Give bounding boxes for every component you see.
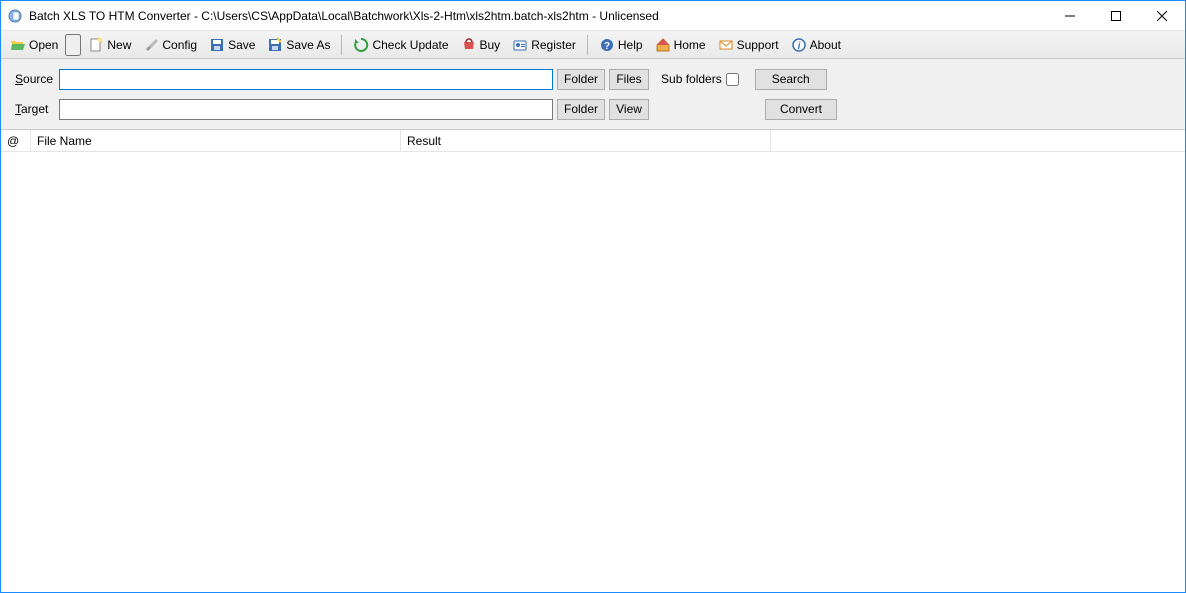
svg-text:i: i bbox=[797, 41, 800, 52]
save-icon bbox=[209, 37, 225, 53]
buy-icon bbox=[461, 37, 477, 53]
open-dropdown[interactable] bbox=[65, 34, 81, 56]
search-button[interactable]: Search bbox=[755, 69, 827, 90]
about-icon: i bbox=[791, 37, 807, 53]
view-button[interactable]: View bbox=[609, 99, 649, 120]
support-button[interactable]: Support bbox=[713, 34, 784, 56]
sub-folders-checkbox[interactable]: Sub folders bbox=[661, 72, 739, 86]
io-panel: Source Folder Files Sub folders Search T… bbox=[1, 59, 1185, 130]
source-input[interactable] bbox=[59, 69, 553, 90]
convert-button[interactable]: Convert bbox=[765, 99, 837, 120]
home-button[interactable]: Home bbox=[650, 34, 711, 56]
register-icon bbox=[512, 37, 528, 53]
column-file-name[interactable]: File Name bbox=[31, 130, 401, 151]
save-as-button[interactable]: Save As bbox=[262, 34, 335, 56]
sub-folders-check-input[interactable] bbox=[726, 73, 739, 86]
open-button[interactable]: Open bbox=[5, 34, 63, 56]
target-row: Target Folder View Convert bbox=[15, 97, 1175, 121]
new-file-icon bbox=[88, 37, 104, 53]
help-icon: ? bbox=[599, 37, 615, 53]
buy-button[interactable]: Buy bbox=[456, 34, 506, 56]
app-icon bbox=[7, 8, 23, 24]
home-icon bbox=[655, 37, 671, 53]
target-input[interactable] bbox=[59, 99, 553, 120]
register-button[interactable]: Register bbox=[507, 34, 581, 56]
new-button[interactable]: New bbox=[83, 34, 136, 56]
close-button[interactable] bbox=[1139, 1, 1185, 30]
help-button[interactable]: ? Help bbox=[594, 34, 648, 56]
titlebar: Batch XLS TO HTM Converter - C:\Users\CS… bbox=[1, 1, 1185, 31]
maximize-button[interactable] bbox=[1093, 1, 1139, 30]
grid-body[interactable] bbox=[1, 152, 1185, 592]
config-icon bbox=[143, 37, 159, 53]
window-controls bbox=[1047, 1, 1185, 30]
column-at[interactable]: @ bbox=[1, 130, 31, 151]
toolbar-separator bbox=[587, 35, 588, 55]
app-window: Batch XLS TO HTM Converter - C:\Users\CS… bbox=[0, 0, 1186, 593]
svg-text:?: ? bbox=[604, 41, 610, 52]
folder-open-icon bbox=[10, 37, 26, 53]
window-title: Batch XLS TO HTM Converter - C:\Users\CS… bbox=[29, 9, 1047, 23]
source-row: Source Folder Files Sub folders Search bbox=[15, 67, 1175, 91]
config-button[interactable]: Config bbox=[138, 34, 202, 56]
about-button[interactable]: i About bbox=[786, 34, 846, 56]
source-files-button[interactable]: Files bbox=[609, 69, 649, 90]
check-update-button[interactable]: Check Update bbox=[348, 34, 453, 56]
source-folder-button[interactable]: Folder bbox=[557, 69, 605, 90]
minimize-button[interactable] bbox=[1047, 1, 1093, 30]
update-icon bbox=[353, 37, 369, 53]
source-label: Source bbox=[15, 72, 55, 86]
target-folder-button[interactable]: Folder bbox=[557, 99, 605, 120]
save-as-icon bbox=[267, 37, 283, 53]
toolbar: Open New Config Save Save As Check Updat… bbox=[1, 31, 1185, 59]
column-result[interactable]: Result bbox=[401, 130, 771, 151]
target-label: Target bbox=[15, 102, 55, 116]
grid-header: @ File Name Result bbox=[1, 130, 1185, 152]
support-icon bbox=[718, 37, 734, 53]
toolbar-separator bbox=[341, 35, 342, 55]
save-button[interactable]: Save bbox=[204, 34, 260, 56]
